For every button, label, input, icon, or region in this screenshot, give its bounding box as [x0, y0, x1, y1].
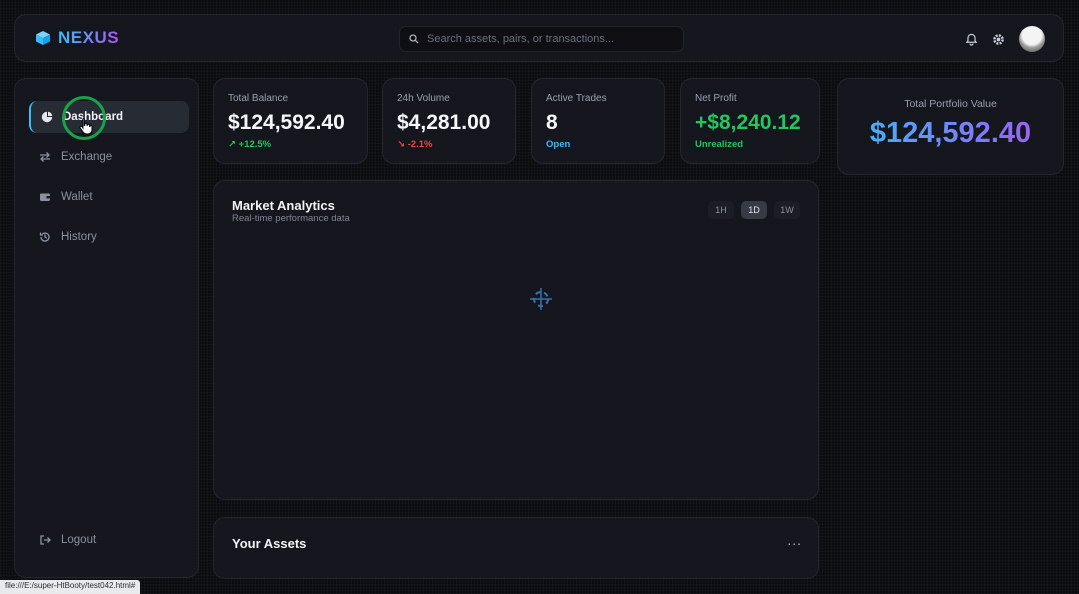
stat-status: Unrealized [695, 139, 744, 150]
logout-label: Logout [61, 534, 97, 546]
sidebar-item-wallet[interactable]: Wallet [29, 181, 189, 213]
sidebar-item-history[interactable]: History [29, 221, 189, 253]
brand-name: NEXUS [58, 28, 120, 47]
history-icon [39, 232, 50, 242]
gear-icon[interactable] [992, 33, 1005, 46]
timeframe-1d-button[interactable]: 1D [741, 201, 767, 219]
sidebar-item-label: Wallet [61, 191, 93, 203]
sidebar-item-label: History [61, 231, 97, 243]
trend-down-icon: ↘ [397, 139, 405, 150]
more-options-button[interactable]: ... [787, 532, 802, 548]
stat-card-active-trades: Active Trades 8 Open [531, 78, 665, 164]
stat-change-text: -2.1% [407, 139, 433, 150]
stat-status: Open [546, 139, 571, 150]
portfolio-value-card: Total Portfolio Value $124,592.40 [837, 78, 1064, 175]
portfolio-label: Total Portfolio Value [904, 98, 997, 110]
analytics-subtitle: Real-time performance data [232, 213, 350, 224]
market-analytics-card: Market Analytics Real-time performance d… [213, 180, 819, 500]
loading-spinner-icon [530, 288, 552, 310]
cube-icon [36, 31, 50, 45]
brand-logo[interactable]: NEXUS [35, 28, 119, 48]
search-box[interactable] [399, 26, 684, 52]
timeframe-1w-button[interactable]: 1W [774, 201, 800, 219]
analytics-title: Market Analytics [232, 198, 335, 213]
stat-card-24h-volume: 24h Volume $4,281.00 ↘ -2.1% [382, 78, 516, 164]
stat-value: $4,281.00 [397, 111, 491, 134]
hand-cursor-icon [79, 117, 93, 135]
assets-title: Your Assets [232, 536, 307, 551]
sidebar: Dashboard Exchange Wallet History Logout [14, 78, 199, 578]
header-actions [965, 26, 1045, 52]
stat-change-text: +12.5% [238, 139, 272, 150]
portfolio-value: $124,592.40 [838, 117, 1063, 150]
search-input[interactable] [427, 33, 667, 45]
stat-card-net-profit: Net Profit +$8,240.12 Unrealized [680, 78, 820, 164]
timeframe-selector: 1H 1D 1W [708, 201, 800, 219]
stat-label: Net Profit [695, 93, 737, 104]
timeframe-1h-button[interactable]: 1H [708, 201, 734, 219]
sidebar-item-exchange[interactable]: Exchange [29, 141, 189, 173]
stat-change: ↗ +12.5% [228, 139, 271, 150]
sidebar-item-dashboard[interactable]: Dashboard [29, 101, 189, 133]
top-header: NEXUS [14, 14, 1064, 62]
your-assets-card: Your Assets ... [213, 517, 819, 579]
sidebar-item-label: Exchange [61, 151, 113, 163]
stat-value: $124,592.40 [228, 111, 345, 134]
stat-label: 24h Volume [397, 93, 450, 104]
stat-label: Active Trades [546, 93, 607, 104]
search-icon [409, 34, 419, 44]
stat-value: +$8,240.12 [695, 111, 801, 134]
avatar[interactable] [1019, 26, 1045, 52]
bell-icon[interactable] [965, 33, 978, 46]
pie-chart-icon [41, 111, 53, 123]
stat-card-total-balance: Total Balance $124,592.40 ↗ +12.5% [213, 78, 368, 164]
wallet-icon [40, 193, 50, 201]
swap-arrows-icon [40, 152, 50, 162]
browser-status-bar: file:///E:/super-HtBooty/test042.html# [0, 580, 141, 594]
logout-icon [40, 535, 51, 545]
trend-up-icon: ↗ [228, 139, 236, 150]
stat-value: 8 [546, 111, 558, 134]
stat-label: Total Balance [228, 93, 289, 104]
stat-change: ↘ -2.1% [397, 139, 432, 150]
logout-button[interactable]: Logout [29, 524, 189, 556]
